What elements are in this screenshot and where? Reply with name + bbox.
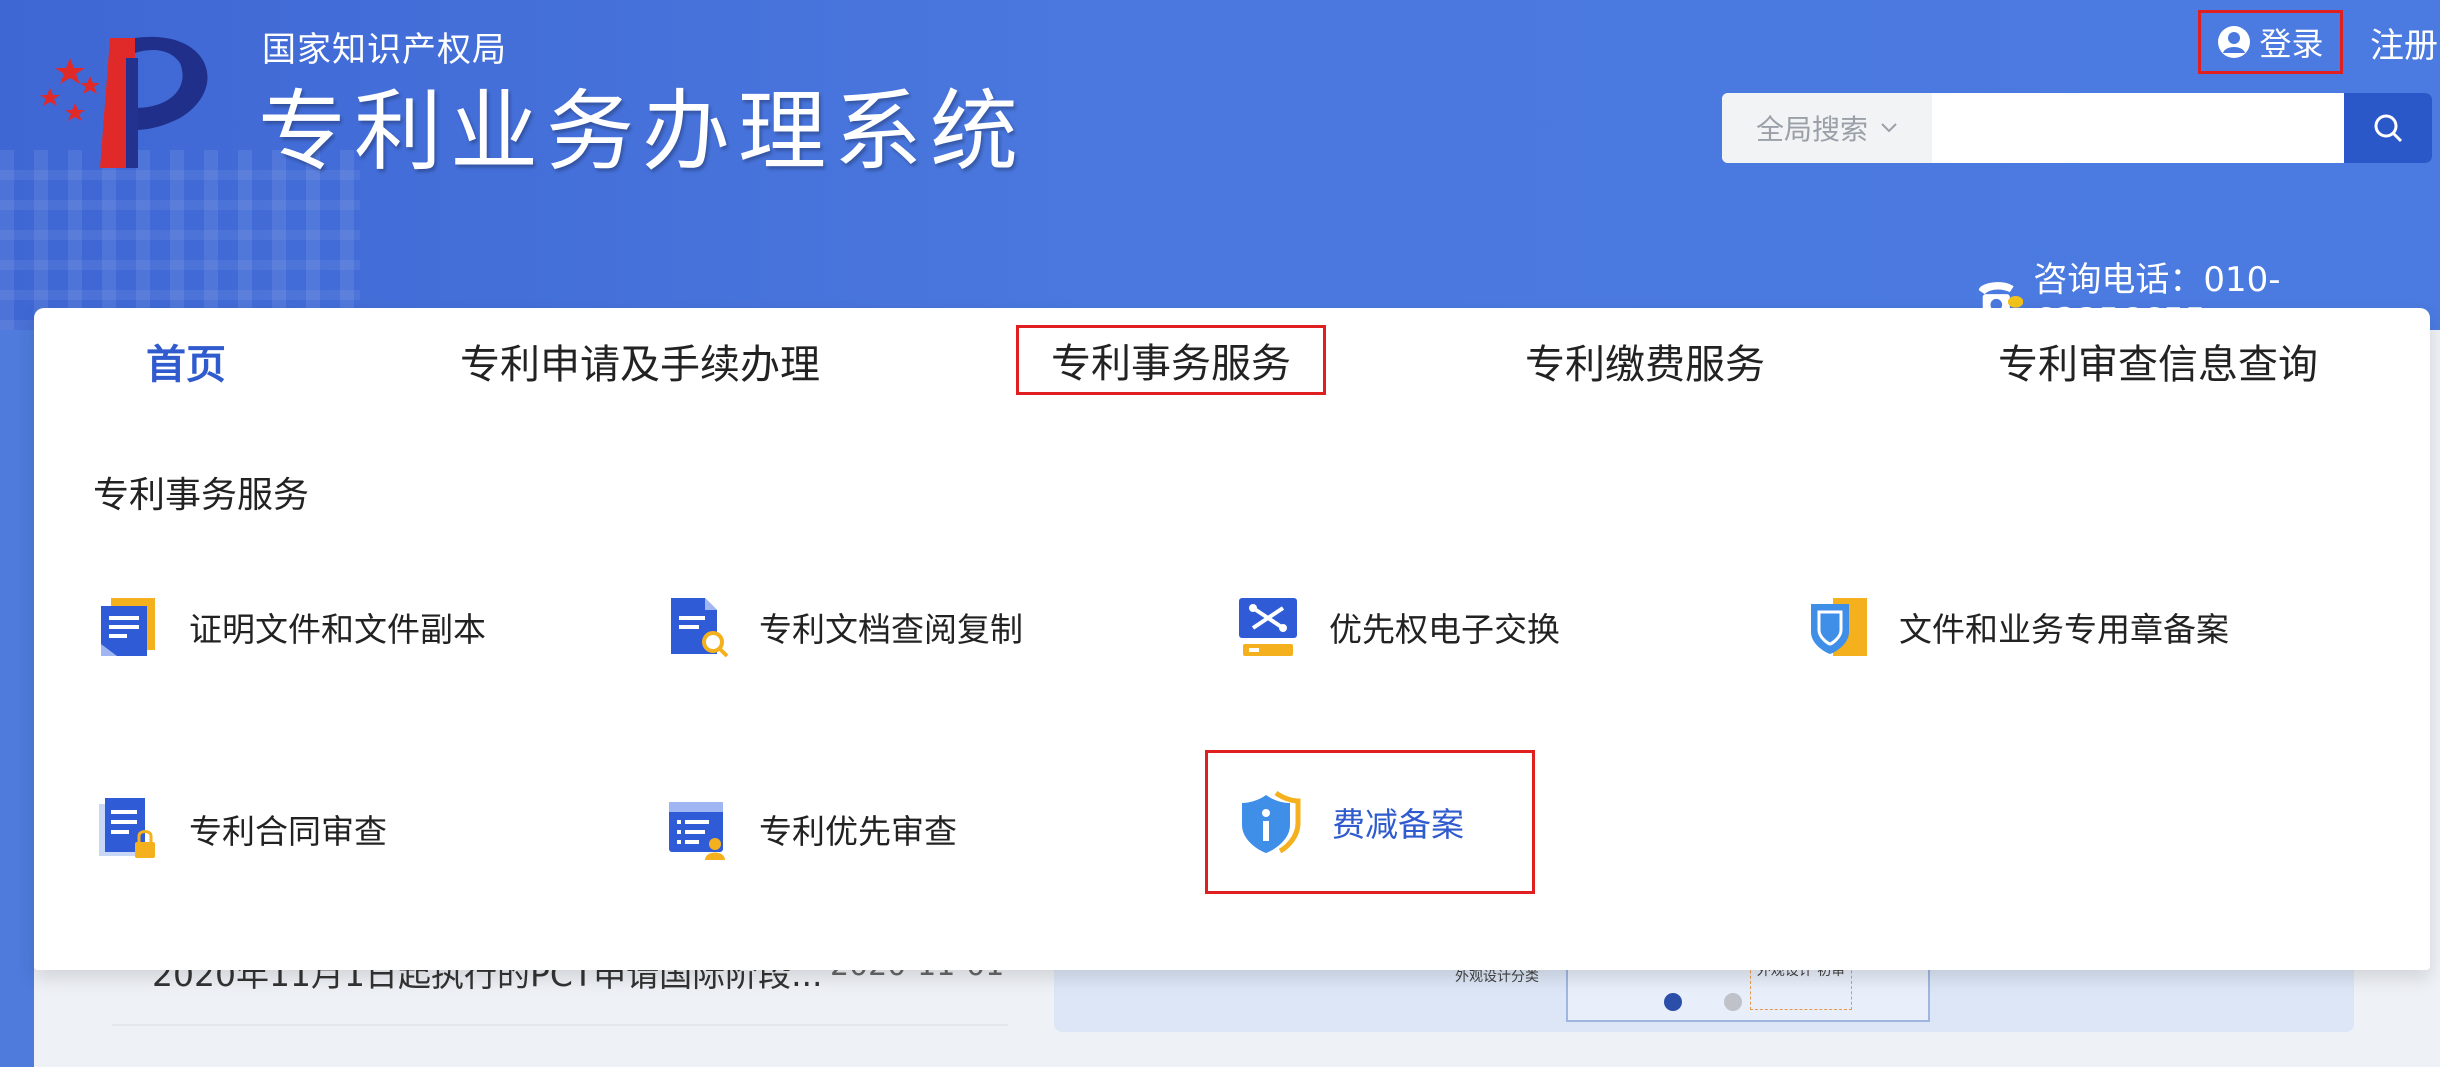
service-label: 专利文档查阅复制 xyxy=(759,610,1023,649)
service-priority-review[interactable]: 专利优先审查 xyxy=(663,794,957,864)
service-label: 优先权电子交换 xyxy=(1329,610,1560,649)
site-header: 国家知识产权局 专利业务办理系统 登录 注册 全局搜索 咨询电话：010- xyxy=(0,0,2440,330)
org-name: 国家知识产权局 xyxy=(262,30,507,70)
search-scope-label: 全局搜索 xyxy=(1755,113,1868,146)
login-button[interactable]: 登录 xyxy=(2198,10,2343,74)
nav-patent-application[interactable]: 专利申请及手续办理 xyxy=(460,330,820,392)
carousel-dot-active[interactable] xyxy=(1664,993,1682,1011)
service-label: 文件和业务专用章备案 xyxy=(1899,610,2229,649)
service-label: 专利合同审查 xyxy=(189,812,387,851)
system-title: 专利业务办理系统 xyxy=(258,80,1027,183)
login-label: 登录 xyxy=(2259,25,2324,63)
global-search: 全局搜索 xyxy=(1722,93,2432,163)
search-scope-select[interactable]: 全局搜索 xyxy=(1722,93,1932,163)
section-title: 专利事务服务 xyxy=(93,475,310,516)
search-icon xyxy=(2374,114,2403,143)
register-link[interactable]: 注册 xyxy=(2370,18,2438,67)
service-label: 证明文件和文件副本 xyxy=(189,610,486,649)
user-icon xyxy=(2218,26,2251,58)
news-divider xyxy=(112,1024,1008,1026)
nav-patent-affairs[interactable]: 专利事务服务 xyxy=(1016,325,1326,395)
service-label: 专利优先审查 xyxy=(759,812,957,851)
carousel-dot[interactable] xyxy=(1724,993,1742,1011)
service-certificate-docs[interactable]: 证明文件和文件副本 xyxy=(93,592,486,662)
service-label: 费减备案 xyxy=(1332,805,1464,844)
nav-patent-fee[interactable]: 专利缴费服务 xyxy=(1525,330,1765,392)
shield-seal-icon xyxy=(1811,598,1867,656)
search-input[interactable] xyxy=(1932,93,2344,163)
service-fee-reduction-filing[interactable]: 费减备案 xyxy=(1205,750,1535,894)
service-doc-lookup[interactable]: 专利文档查阅复制 xyxy=(663,592,1023,662)
nav-home[interactable]: 首页 xyxy=(146,330,226,392)
cnipa-logo xyxy=(40,36,208,168)
priority-review-icon xyxy=(669,802,725,860)
chevron-down-icon xyxy=(1881,123,1897,133)
page-left-strip xyxy=(0,330,34,1067)
exchange-icon xyxy=(1239,598,1297,656)
certificate-doc-icon xyxy=(101,598,155,656)
search-button[interactable] xyxy=(2344,93,2432,163)
service-contract-review[interactable]: 专利合同审查 xyxy=(93,794,387,864)
contract-icon xyxy=(99,798,155,858)
service-priority-exchange[interactable]: 优先权电子交换 xyxy=(1233,592,1560,662)
doc-search-icon xyxy=(671,598,729,658)
service-seal-filing[interactable]: 文件和业务专用章备案 xyxy=(1803,592,2229,662)
info-shield-icon xyxy=(1242,790,1301,854)
nav-patent-query[interactable]: 专利审查信息查询 xyxy=(1998,330,2318,392)
